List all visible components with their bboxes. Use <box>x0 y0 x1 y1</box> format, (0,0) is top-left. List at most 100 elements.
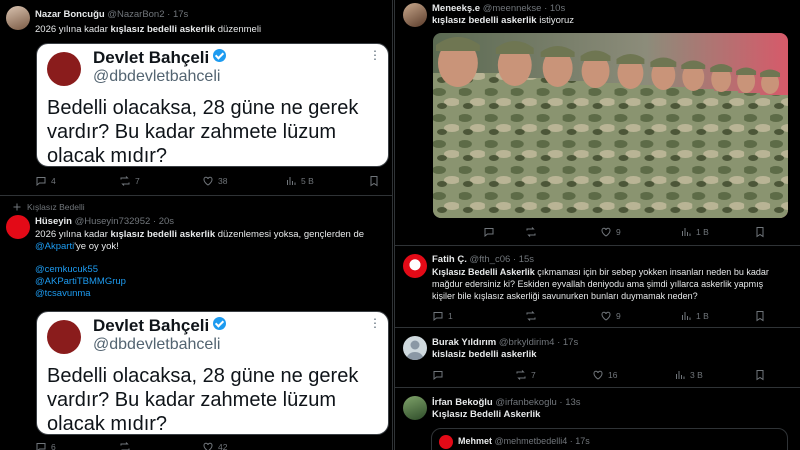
reply-button[interactable] <box>483 226 495 238</box>
avatar[interactable] <box>403 3 427 27</box>
views-count: 1 B <box>696 227 709 237</box>
retweet-button[interactable]: 7 <box>119 175 140 187</box>
retweet-button[interactable] <box>525 310 537 322</box>
quoted-tweet-card[interactable]: Devlet Bahçeli @dbdevletbahceli ⋮ Bedell… <box>36 311 389 435</box>
mention-link[interactable]: @AKPartiTBMMGrup <box>35 276 382 288</box>
text-bold: kışlasız bedelli askerlik <box>110 229 216 240</box>
soldiers-photo[interactable] <box>433 33 788 218</box>
tweet-huseyin[interactable]: Kışlasız Bedelli Hüseyin @Huseyin732952 … <box>0 196 392 450</box>
tweet-nazar[interactable]: Nazar Boncuğu @NazarBon2 · 17s 2026 yılı… <box>0 0 392 196</box>
like-button[interactable]: 9 <box>600 310 621 322</box>
avatar[interactable] <box>403 336 427 360</box>
like-icon <box>600 226 612 238</box>
quote-author-name: Mehmet <box>458 436 493 446</box>
bookmark-button[interactable] <box>754 226 766 238</box>
bookmark-button[interactable] <box>754 310 766 322</box>
retweet-button[interactable] <box>119 441 131 450</box>
tweet-text: 2026 yılına kadar kışlasız bedelli asker… <box>35 229 382 300</box>
avatar[interactable] <box>403 396 427 420</box>
card-author: Devlet Bahçeli <box>93 48 227 68</box>
reply-button[interactable] <box>432 369 444 381</box>
retweet-icon <box>525 310 537 322</box>
card-avatar <box>47 52 81 86</box>
mention-link[interactable]: @tcsavunma <box>35 288 382 300</box>
views-button[interactable]: 5 B <box>285 175 314 187</box>
like-button[interactable]: 42 <box>202 441 227 450</box>
reply-icon <box>35 441 47 450</box>
views-button[interactable]: 1 B <box>680 226 709 238</box>
author-name[interactable]: Hüseyin <box>35 216 72 227</box>
text-bold: kislasiz bedelli askerlik <box>432 349 537 360</box>
reply-icon <box>432 369 444 381</box>
tweet-burak[interactable]: Burak Yıldırım @brkyldirim4 · 17s kislas… <box>395 328 800 388</box>
author-name[interactable]: Nazar Boncuğu <box>35 9 105 20</box>
views-button[interactable]: 3 B <box>674 369 703 381</box>
retweet-button[interactable] <box>525 226 537 238</box>
right-feed: Meneekş.e @meennekse · 10s kışlasız bede… <box>394 0 800 450</box>
text-part: 2026 yılına kadar <box>35 24 111 35</box>
reply-button[interactable]: 1 <box>432 310 453 322</box>
author-handle: @NazarBon2 · 17s <box>107 9 189 20</box>
views-button[interactable]: 1 B <box>680 310 709 322</box>
like-button[interactable]: 16 <box>592 369 617 381</box>
card-avatar <box>47 320 81 354</box>
tweet-text: Kışlasız Bedelli Askerlik çıkmaması için… <box>432 266 776 302</box>
card-handle: @dbdevletbahceli <box>93 336 221 353</box>
author-handle: @brkyldirim4 · 17s <box>498 337 579 348</box>
action-bar: 9 1 B <box>483 226 764 240</box>
avatar[interactable] <box>403 254 427 278</box>
reply-button[interactable]: 6 <box>35 441 56 450</box>
avatar[interactable] <box>6 6 30 30</box>
author-name[interactable]: Fatih Ç. <box>432 254 467 265</box>
quote-avatar <box>439 435 453 449</box>
card-author-name: Devlet Bahçeli <box>93 316 210 335</box>
tweet-header: Meneekş.e @meennekse · 10s <box>432 3 794 14</box>
text-bold: kışlasız bedelli askerlik <box>432 15 537 26</box>
quote-author-handle: @mehmetbedelli4 · 17s <box>494 436 590 446</box>
more-icon[interactable]: ⋮ <box>369 48 381 62</box>
mention-link[interactable]: @cemkucuk55 <box>35 264 382 276</box>
author-name[interactable]: Burak Yıldırım <box>432 337 496 348</box>
like-icon <box>202 441 214 450</box>
retweet-icon <box>119 175 131 187</box>
more-icon[interactable]: ⋮ <box>369 316 381 330</box>
tweet-text: Kışlasız Bedelli Askerlik <box>432 409 790 421</box>
verified-icon <box>213 49 227 62</box>
reply-count: 6 <box>51 442 56 450</box>
tweet-irfan[interactable]: İrfan Bekoğlu @irfanbekoglu · 13s Kışlas… <box>395 388 800 450</box>
action-bar: 6 42 <box>35 441 380 450</box>
reply-icon <box>35 175 47 187</box>
author-name[interactable]: İrfan Bekoğlu <box>432 397 493 408</box>
retweet-count: 7 <box>135 176 140 186</box>
like-button[interactable]: 38 <box>202 175 227 187</box>
retweet-button[interactable]: 7 <box>515 369 536 381</box>
bookmark-button[interactable] <box>368 175 380 187</box>
author-handle: @meennekse · 10s <box>482 3 566 14</box>
like-button[interactable]: 9 <box>600 226 621 238</box>
text-bold: kışlasız bedelli askerlik <box>110 24 216 35</box>
bookmark-button[interactable] <box>754 369 766 381</box>
views-count: 3 B <box>690 370 703 380</box>
quoted-tweet-card[interactable]: Devlet Bahçeli @dbdevletbahceli ⋮ Bedell… <box>36 43 389 167</box>
like-count: 9 <box>616 311 621 321</box>
reply-icon <box>432 310 444 322</box>
reply-icon <box>483 226 495 238</box>
reply-count: 4 <box>51 176 56 186</box>
social-context: Kışlasız Bedelli <box>11 201 85 213</box>
author-name[interactable]: Meneekş.e <box>432 3 480 14</box>
tweet-text: kışlasız bedelli askerlik istiyoruz <box>432 15 790 27</box>
reply-button[interactable]: 4 <box>35 175 56 187</box>
tweet-fatih[interactable]: Fatih Ç. @fth_c06 · 15s Kışlasız Bedelli… <box>395 246 800 328</box>
text-part: 2026 yılına kadar <box>35 229 111 240</box>
tweet-text: kislasiz bedelli askerlik <box>432 349 790 361</box>
retweet-icon <box>525 226 537 238</box>
reply-count: 1 <box>448 311 453 321</box>
tweet-header: İrfan Bekoğlu @irfanbekoglu · 13s <box>432 397 794 408</box>
views-count: 1 B <box>696 311 709 321</box>
mention-link[interactable]: @Akparti <box>35 241 74 252</box>
retweet-icon <box>515 369 527 381</box>
tweet-meneekse[interactable]: Meneekş.e @meennekse · 10s kışlasız bede… <box>395 0 800 246</box>
avatar[interactable] <box>6 215 30 239</box>
quoted-tweet-card[interactable]: Mehmet @mehmetbedelli4 · 17s <box>431 428 788 450</box>
text-part: istiyoruz <box>536 15 575 26</box>
